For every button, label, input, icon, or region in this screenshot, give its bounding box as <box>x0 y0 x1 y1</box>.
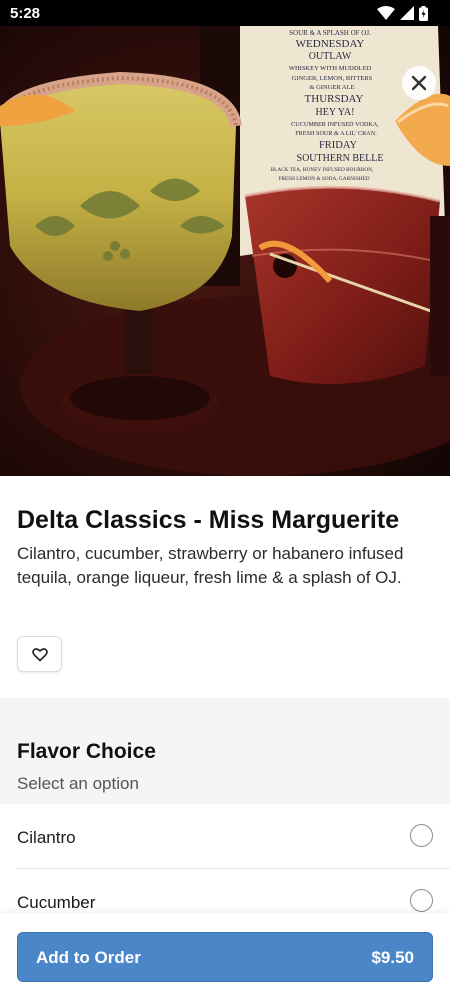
wifi-icon <box>377 6 395 20</box>
close-button[interactable] <box>402 66 436 100</box>
options-title: Flavor Choice <box>17 740 156 763</box>
close-icon <box>411 75 427 91</box>
menu-line: SOUR & A SPLASH OF OJ. <box>289 29 371 37</box>
radio-button[interactable] <box>410 889 433 912</box>
menu-line: & GINGER ALE <box>309 84 354 91</box>
status-icons <box>377 5 428 21</box>
menu-line: BLACK TEA, HONEY INFUSED BOURBON, <box>271 167 374 173</box>
order-price: $9.50 <box>371 948 414 967</box>
item-title: Delta Classics - Miss Marguerite <box>17 506 400 534</box>
menu-line: HEY YA! <box>316 107 355 118</box>
menu-line: FRESH SOUR & A LIL' CRAN. <box>295 130 377 137</box>
menu-line: FRESH LEMON & SODA, GARNISHED <box>278 176 369 182</box>
item-photo: SOUR & A SPLASH OF OJ. WEDNESDAY OUTLAW … <box>0 26 450 476</box>
menu-line: FRIDAY <box>319 140 358 151</box>
radio-button[interactable] <box>410 824 433 847</box>
status-bar: 5:28 <box>0 0 450 26</box>
menu-line: WEDNESDAY <box>296 38 365 50</box>
menu-line: OUTLAW <box>309 51 352 62</box>
signal-icon <box>400 6 414 20</box>
menu-line: WHISKEY WITH MUDDLED <box>289 65 372 72</box>
option-cilantro[interactable]: Cilantro <box>17 804 450 869</box>
menu-line: THURSDAY <box>305 93 364 105</box>
option-label: Cilantro <box>17 828 76 847</box>
bottom-bar: Add to Order $9.50 <box>0 913 450 1000</box>
add-to-order-button[interactable]: Add to Order $9.50 <box>17 932 433 982</box>
menu-line: SOUTHERN BELLE <box>297 153 384 164</box>
cocktail-photo: SOUR & A SPLASH OF OJ. WEDNESDAY OUTLAW … <box>0 26 450 476</box>
option-label: Cucumber <box>17 893 96 912</box>
add-to-order-label: Add to Order <box>36 948 141 967</box>
menu-line: GINGER, LEMON, BITTERS <box>292 75 373 82</box>
item-details: Delta Classics - Miss Marguerite Cilantr… <box>0 476 450 698</box>
menu-line: CUCUMBER INFUSED VODKA, <box>291 121 379 128</box>
item-description: Cilantro, cucumber, strawberry or habane… <box>17 544 404 587</box>
options-header: Flavor Choice Select an option <box>17 740 156 794</box>
options-subtitle: Select an option <box>17 774 139 793</box>
battery-icon <box>419 5 428 21</box>
heart-icon <box>31 647 48 661</box>
status-time: 5:28 <box>10 5 41 22</box>
favorite-button[interactable] <box>17 636 62 672</box>
